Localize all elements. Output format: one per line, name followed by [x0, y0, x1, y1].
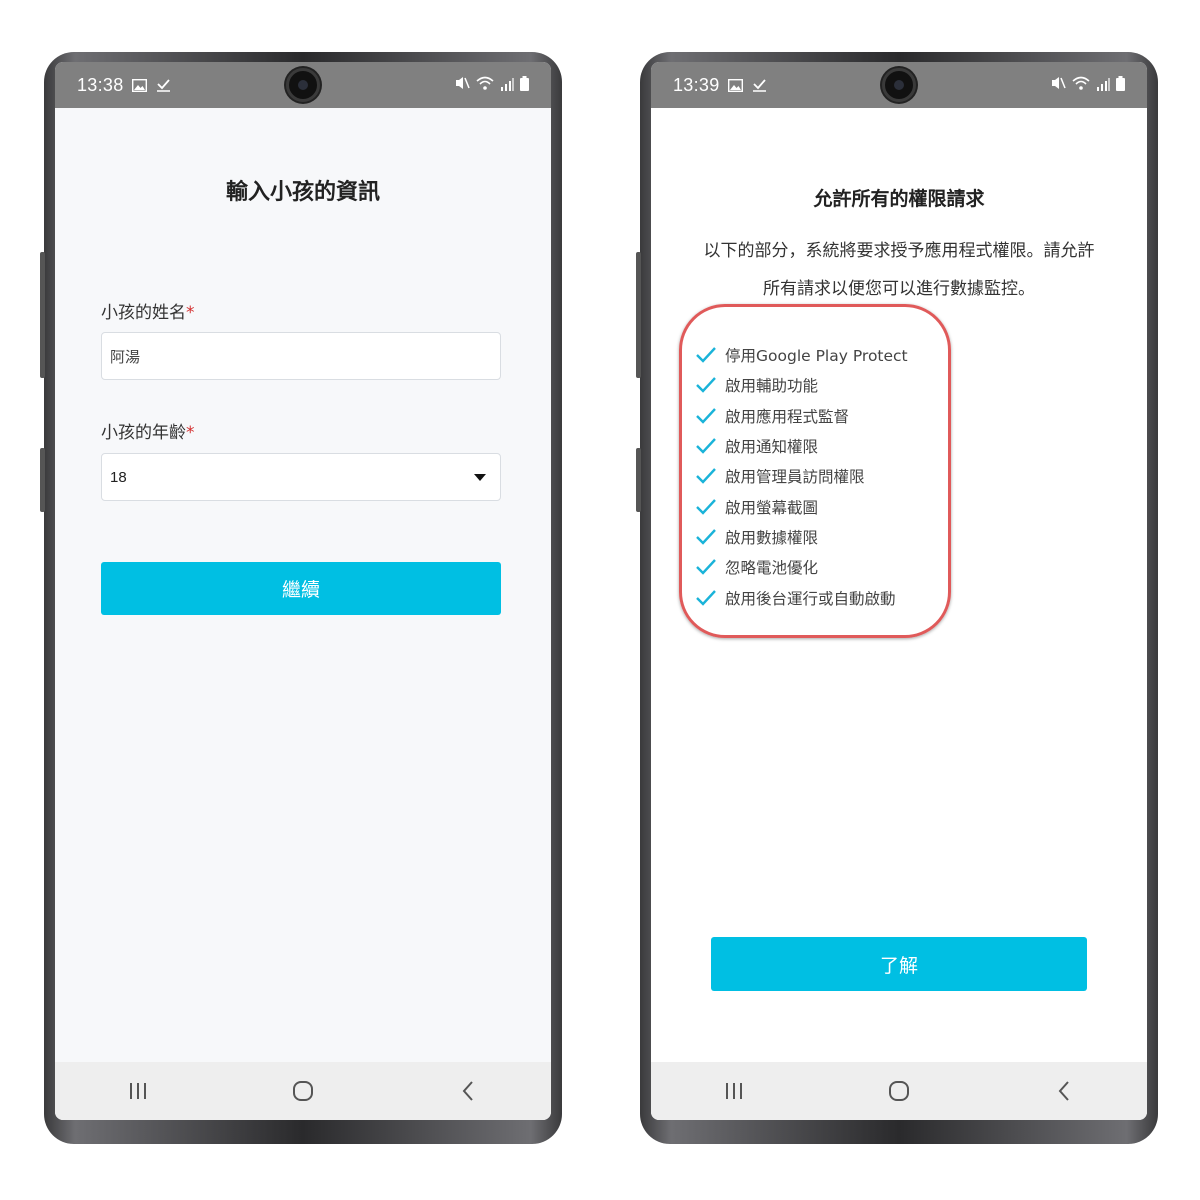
screen-permissions: 13:39 允許所有的權限請求 以下的部分，系統將要求授予應用程式權限。請允許 …: [651, 62, 1147, 1120]
wifi-icon: [476, 75, 494, 96]
child-name-input[interactable]: 阿湯: [101, 332, 501, 380]
signal-icon: [1096, 75, 1110, 96]
name-label-text: 小孩的姓名: [101, 303, 186, 323]
age-label: 小孩的年齡*: [101, 418, 195, 443]
home-icon[interactable]: [273, 1071, 333, 1111]
front-camera: [882, 68, 916, 102]
name-label: 小孩的姓名*: [101, 298, 195, 323]
phone-left: 13:38 輸入小孩的資訊 小孩的姓名* 阿湯 小孩的年齡* 18 繼續: [40, 52, 562, 1144]
permission-description: 以下的部分，系統將要求授予應用程式權限。請允許 所有請求以便您可以進行數據監控。: [681, 232, 1117, 308]
age-label-text: 小孩的年齡: [101, 423, 186, 443]
volume-button: [40, 252, 45, 378]
description-line: 所有請求以便您可以進行數據監控。: [763, 279, 1035, 299]
dropdown-arrow-icon: [474, 473, 486, 481]
age-select-value: 18: [110, 468, 127, 486]
ok-button[interactable]: 了解: [711, 937, 1087, 991]
power-button: [40, 448, 45, 512]
status-time: 13:38: [77, 74, 124, 95]
description-line: 以下的部分，系統將要求授予應用程式權限。請允許: [703, 241, 1095, 261]
wifi-icon: [1072, 75, 1090, 96]
child-age-select[interactable]: 18: [101, 453, 501, 501]
gallery-icon: [132, 77, 148, 93]
battery-icon: [1116, 75, 1125, 96]
mute-icon: [454, 75, 470, 96]
battery-icon: [520, 75, 529, 96]
signal-icon: [500, 75, 514, 96]
required-mark: *: [186, 303, 195, 323]
navigation-bar: [55, 1062, 551, 1120]
highlight-annotation: [679, 304, 951, 638]
power-button: [636, 448, 641, 512]
recent-apps-icon[interactable]: [108, 1071, 168, 1111]
back-icon[interactable]: [438, 1071, 498, 1111]
navigation-bar: [651, 1062, 1147, 1120]
page-title: 允許所有的權限請求: [813, 188, 985, 210]
gallery-icon: [728, 77, 744, 93]
front-camera: [286, 68, 320, 102]
download-done-icon: [156, 77, 172, 93]
recent-apps-icon[interactable]: [704, 1071, 764, 1111]
download-done-icon: [752, 77, 768, 93]
home-icon[interactable]: [869, 1071, 929, 1111]
phone-right: 13:39 允許所有的權限請求 以下的部分，系統將要求授予應用程式權限。請允許 …: [636, 52, 1158, 1144]
mute-icon: [1050, 75, 1066, 96]
screen-child-info: 13:38 輸入小孩的資訊 小孩的姓名* 阿湯 小孩的年齡* 18 繼續: [55, 62, 551, 1120]
required-mark: *: [186, 423, 195, 443]
page-title: 輸入小孩的資訊: [225, 180, 380, 205]
volume-button: [636, 252, 641, 378]
back-icon[interactable]: [1034, 1071, 1094, 1111]
continue-button[interactable]: 繼續: [101, 562, 501, 615]
status-time: 13:39: [673, 74, 720, 95]
